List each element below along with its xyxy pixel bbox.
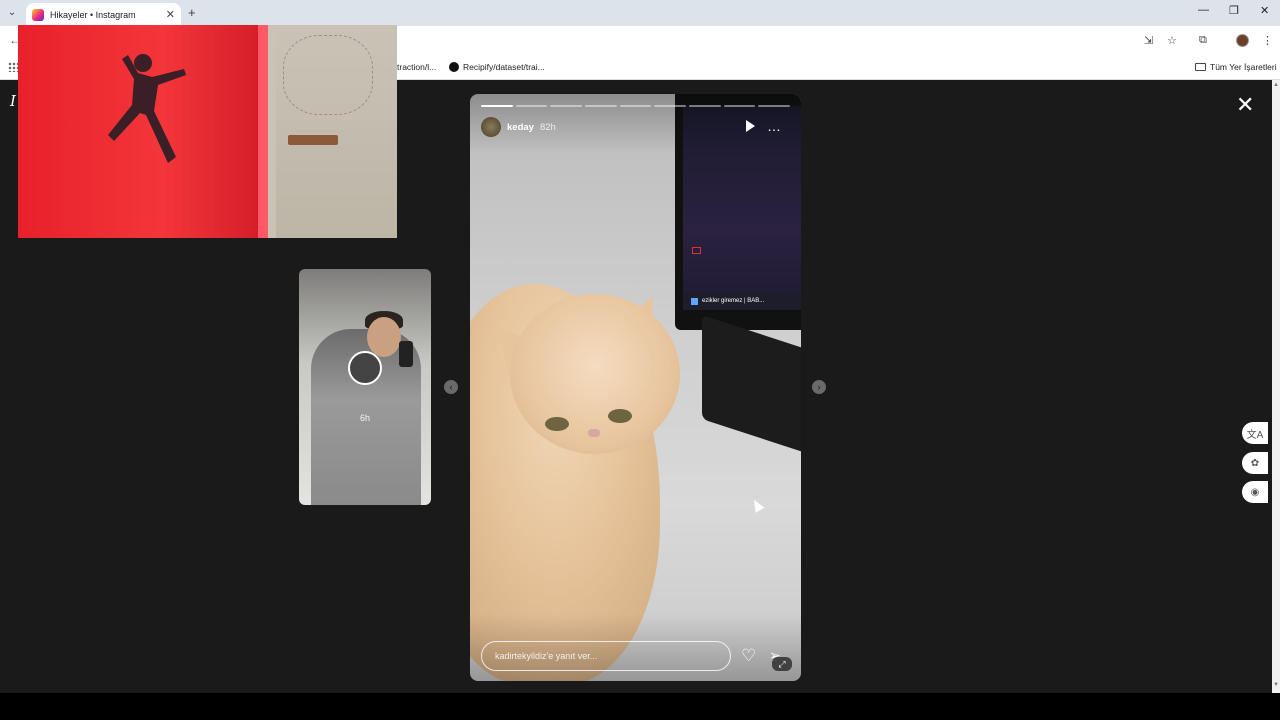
progress-segment	[758, 105, 791, 107]
progress-segment	[689, 105, 721, 107]
active-story[interactable]: ezikler giremez | BAB... keday 82h … kad…	[470, 94, 801, 681]
wallet-image	[702, 315, 801, 453]
taskbar-area	[0, 693, 1280, 720]
jumpman-logo-icon	[108, 54, 186, 163]
flower-extension-icon[interactable]: ✿	[1242, 452, 1268, 474]
bookmark-item[interactable]: traction/l...	[397, 62, 436, 72]
progress-segment	[723, 105, 756, 107]
all-bookmarks-label: Tüm Yer İşaretleri	[1210, 62, 1277, 72]
progress-segment	[481, 105, 513, 107]
bookmark-label: traction/l...	[397, 62, 437, 72]
reply-placeholder: kadirtekyildiz'e yanıt ver...	[495, 651, 598, 661]
thumbnail-time: 6h	[359, 413, 370, 423]
story-username[interactable]: keday	[507, 122, 534, 133]
close-viewer-button[interactable]: ✕	[1236, 94, 1254, 116]
instagram-favicon-icon	[32, 8, 44, 21]
red-shirt-image	[18, 25, 268, 238]
kitten-eye	[545, 417, 569, 431]
scroll-down-icon[interactable]: ▼	[1273, 682, 1279, 688]
install-app-icon[interactable]: ⇲	[1144, 34, 1153, 47]
extensions-icon[interactable]: ⧉	[1199, 34, 1207, 47]
kitten-eye	[608, 409, 632, 423]
address-bar[interactable]	[395, 30, 1140, 52]
restore-button[interactable]: ❐	[1229, 4, 1239, 17]
bookmark-label: Recipify/dataset/trai...	[463, 62, 545, 72]
hanging-mobile-decor	[283, 35, 373, 115]
screen-taskbar: ezikler giremez | BAB...	[683, 292, 801, 310]
previous-story-thumbnail[interactable]: 6h	[299, 269, 431, 505]
progress-segment	[515, 105, 548, 107]
window-close-button[interactable]: ✕	[1260, 4, 1269, 17]
progress-segment	[550, 105, 583, 107]
minimize-button[interactable]: —	[1198, 4, 1209, 16]
phone-shape	[399, 341, 413, 367]
tab-close-icon[interactable]: ✕	[166, 8, 175, 21]
scroll-up-icon[interactable]: ▲	[1273, 82, 1279, 88]
play-icon[interactable]	[746, 120, 755, 132]
reply-input[interactable]: kadirtekyildiz'e yanıt ver...	[481, 641, 731, 671]
assistant-extension-icon[interactable]: ◉	[1242, 481, 1268, 503]
folder-icon	[1195, 63, 1206, 71]
tab-instagram[interactable]: Hikayeler • Instagram ✕	[26, 3, 181, 26]
bookmark-star-icon[interactable]: ☆	[1167, 34, 1177, 47]
screen-red-icon	[692, 247, 701, 254]
tab-title: Hikayeler • Instagram	[50, 9, 136, 20]
story-timestamp: 82h	[539, 121, 556, 133]
bookmark-item[interactable]: Recipify/dataset/trai...	[449, 62, 545, 72]
github-icon	[449, 62, 459, 72]
menu-kebab-icon[interactable]: ⋮	[1262, 34, 1273, 47]
new-tab-button[interactable]: +	[188, 5, 196, 20]
all-bookmarks-button[interactable]: Tüm Yer İşaretleri	[1195, 62, 1277, 72]
wall-shelf	[288, 135, 338, 145]
taskbar-window-label: ezikler giremez | BAB...	[702, 298, 765, 304]
thumbnail-avatar	[348, 351, 382, 385]
story-header: keday 82h	[481, 116, 790, 138]
progress-segment	[619, 105, 652, 107]
next-story-button[interactable]: ›	[812, 380, 826, 394]
translate-extension-icon[interactable]: 文A	[1242, 422, 1268, 444]
like-heart-icon[interactable]: ♡	[741, 647, 756, 664]
more-options-icon[interactable]: …	[767, 119, 782, 133]
story-author-avatar[interactable]	[481, 117, 501, 137]
progress-segment	[654, 105, 687, 107]
story-progress-bar	[481, 105, 791, 107]
windows-logo-icon	[691, 297, 698, 305]
profile-avatar[interactable]	[1236, 34, 1249, 47]
expand-icon[interactable]: ⤢	[772, 657, 792, 671]
progress-segment	[585, 105, 617, 107]
person-head	[367, 317, 401, 357]
tab-search-chevron-icon[interactable]: ⌄	[4, 5, 20, 21]
previous-story-button[interactable]: ‹	[444, 380, 458, 394]
tab-strip: ⌄ Hikayeler • Instagram ✕ + — ❐ ✕	[0, 0, 1280, 26]
instagram-logo[interactable]: I	[10, 92, 16, 110]
kitten-nose	[588, 429, 600, 437]
apps-grid-icon[interactable]	[8, 62, 18, 72]
picture-in-picture-video[interactable]	[18, 25, 397, 238]
scrollbar[interactable]: ▲ ▼	[1272, 80, 1280, 693]
